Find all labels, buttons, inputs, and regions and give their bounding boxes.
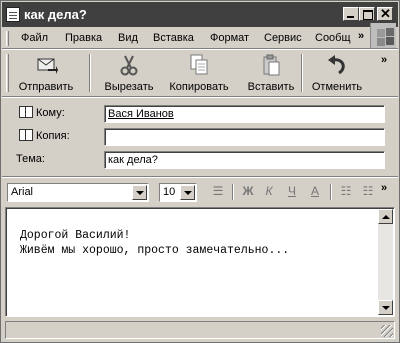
italic-icon[interactable]: К [261,184,277,200]
subject-row: Тема: как дела? [2,149,398,171]
close-icon: ✕ [380,6,391,21]
cc-row: Копия: [2,126,398,148]
status-bar [5,321,395,339]
maximize-button[interactable] [359,7,375,21]
message-body[interactable]: Дорогой Василий! Живём мы хорошо, просто… [5,207,395,317]
window-title: как дела? [24,7,87,22]
undo-icon [325,54,349,76]
chevron-down-icon[interactable] [132,185,147,200]
menu-insert[interactable]: Вставка [153,32,194,44]
paragraph-style-icon[interactable]: ☰ [210,184,226,200]
paste-icon [259,54,283,76]
paste-button[interactable]: Вставить [242,54,300,94]
menu-bar: Файл Правка Вид Вставка Формат Сервис Со… [2,28,398,48]
vertical-scrollbar[interactable] [378,209,393,315]
menu-more-chevron[interactable]: » [358,30,364,42]
cc-field[interactable] [104,128,385,146]
menu-edit[interactable]: Правка [65,32,102,44]
resize-grip-icon[interactable] [381,325,393,337]
cc-label[interactable]: Копия: [36,130,70,142]
bold-icon[interactable]: Ж [240,184,256,200]
message-text[interactable]: Дорогой Василий! Живём мы хорошо, просто… [20,228,289,258]
toolbar-grip[interactable] [6,54,9,92]
underline-icon[interactable]: Ч [284,184,300,200]
undo-button[interactable]: Отменить [306,54,368,94]
scissors-icon [117,54,141,76]
menu-format[interactable]: Формат [210,32,249,44]
cut-button[interactable]: Вырезать [98,54,160,94]
to-row: Кому: Вася Иванов [2,103,398,125]
address-book-icon[interactable] [19,106,33,118]
to-label[interactable]: Кому: [36,107,65,119]
subject-field[interactable]: как дела? [104,151,385,169]
toolbar-separator [301,54,303,92]
copy-button[interactable]: Копировать [162,54,236,94]
subject-label: Тема: [16,153,45,165]
title-bar[interactable]: как дела? ✕ [2,2,398,27]
font-size-select[interactable]: 10 [159,183,197,202]
numbered-list-icon[interactable]: ☷ [338,184,354,200]
main-toolbar: Отправить Вырезать Копировать Вставить О… [2,50,398,95]
toolbar-separator-bottom [2,96,398,98]
format-separator [330,184,332,200]
minimize-button[interactable] [343,7,359,21]
address-book-icon[interactable] [19,129,33,141]
to-field[interactable]: Вася Иванов [104,105,385,123]
close-button[interactable]: ✕ [377,6,393,21]
font-color-icon[interactable]: A [307,184,323,200]
copy-icon [187,54,211,76]
font-select[interactable]: Arial [7,183,149,202]
format-more-chevron[interactable]: » [381,182,387,194]
windows-logo [370,23,396,50]
scroll-down-icon[interactable] [378,300,393,315]
menu-grip[interactable] [6,31,9,46]
message-icon [6,7,20,22]
message-window: как дела? ✕ Файл Правка Вид Вставка Форм… [0,0,400,343]
status-pane [5,321,395,339]
toolbar-separator [89,54,91,92]
format-toolbar: Arial 10 ☰ Ж К Ч A ☷ ☷ » [2,178,398,206]
chevron-down-icon[interactable] [180,185,195,200]
bullet-list-icon[interactable]: ☷ [360,184,376,200]
toolbar-more-chevron[interactable]: » [381,54,387,66]
format-separator [232,184,234,200]
menu-message[interactable]: Сообщ [315,32,351,44]
send-icon [34,54,58,76]
menu-view[interactable]: Вид [118,32,138,44]
send-button[interactable]: Отправить [14,54,78,94]
menu-file[interactable]: Файл [21,32,48,44]
menu-tools[interactable]: Сервис [264,32,302,44]
scroll-up-icon[interactable] [378,209,393,224]
